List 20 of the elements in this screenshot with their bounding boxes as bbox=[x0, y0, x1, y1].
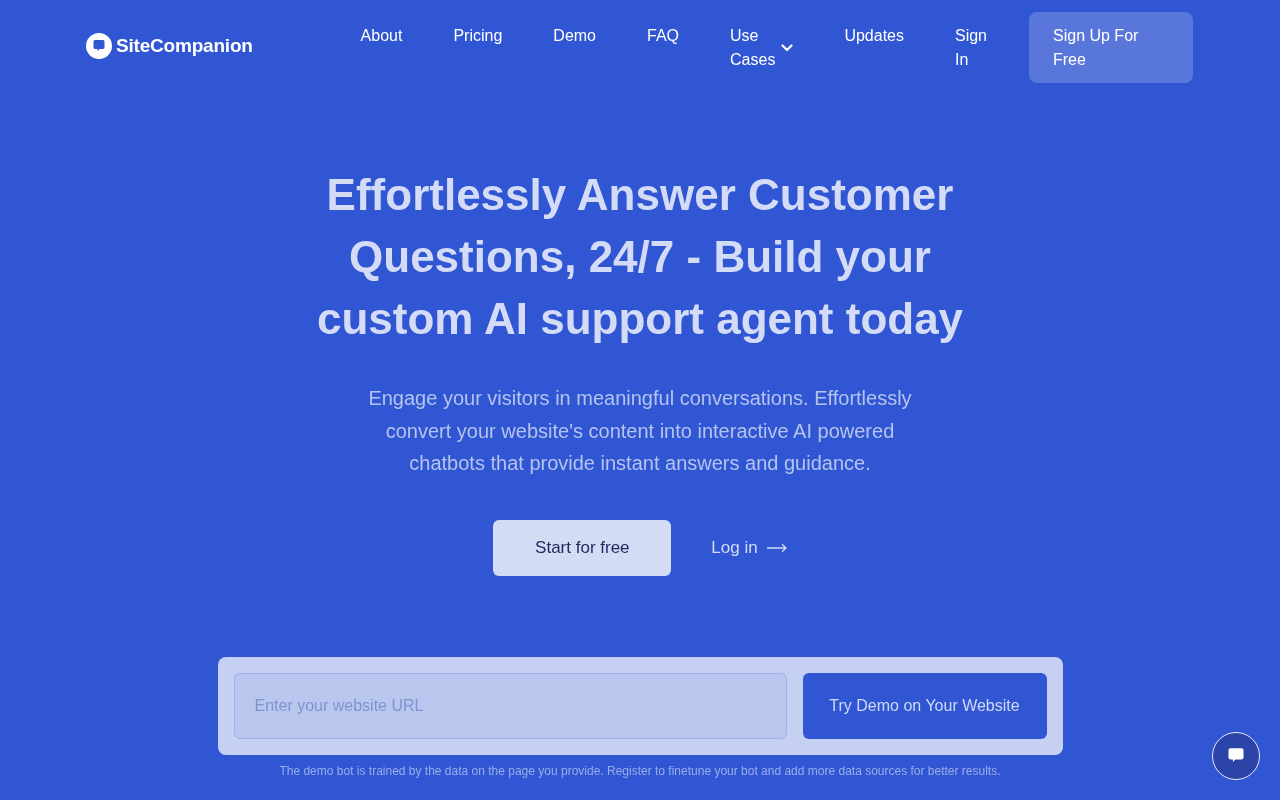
nav-link[interactable]: Pricing bbox=[453, 24, 503, 72]
nav-dropdown[interactable]: Use Cases bbox=[730, 24, 794, 72]
try-demo-button[interactable]: Try Demo on Your Website bbox=[802, 672, 1047, 739]
nav-link[interactable]: Sign In bbox=[954, 24, 987, 72]
start-free-button[interactable]: Start for free bbox=[493, 519, 672, 576]
hero-subtitle: Engage your visitors in meaningful conversations. Effortlessly convert your website's content into interactive AI powered chatbots that provide instant answers and guidance. bbox=[367, 386, 913, 476]
chat-widget-icon[interactable] bbox=[1212, 732, 1260, 780]
hero-heading: Effortlessly Answer Customer Questions, 24/7 - Build your custom AI support agent today bbox=[315, 169, 965, 345]
demo-note: The demo bot is trained by the data on the page you provide. Register to finetune your bot and add more data sources for better results. bbox=[279, 762, 1001, 779]
nav-link[interactable]: About bbox=[360, 24, 403, 72]
logo-text: SiteCompanion bbox=[116, 35, 253, 57]
chat-bubble-logo-icon bbox=[86, 33, 112, 59]
url-input-field[interactable]: Enter your website URL bbox=[233, 672, 787, 739]
nav-link[interactable]: Updates bbox=[844, 24, 904, 72]
arrow-right-icon bbox=[766, 543, 787, 552]
sign-up-button[interactable]: Sign Up For Free bbox=[1029, 12, 1193, 83]
nav-link[interactable]: Demo bbox=[553, 24, 596, 72]
nav-link[interactable]: FAQ bbox=[647, 24, 680, 72]
login-link[interactable]: Log in bbox=[711, 537, 787, 558]
chevron-down-icon bbox=[781, 44, 794, 52]
